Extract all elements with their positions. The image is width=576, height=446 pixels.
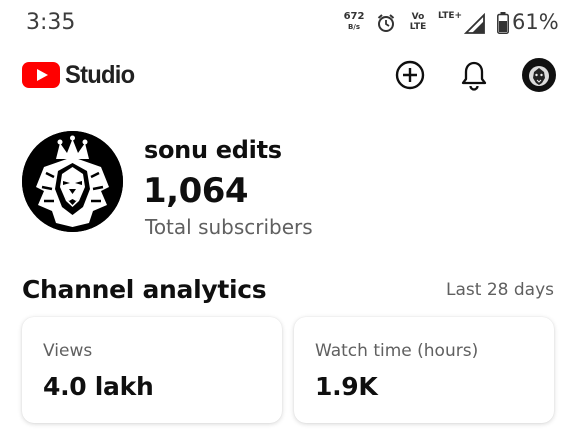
network-speed-unit: B/s: [347, 23, 361, 31]
channel-avatar[interactable]: [22, 131, 123, 232]
views-card[interactable]: Views 4.0 lakh: [22, 317, 282, 423]
analytics-period: Last 28 days: [446, 280, 554, 300]
signal-icon: [464, 13, 485, 34]
studio-logo[interactable]: Studio: [22, 60, 138, 90]
signal-network-label: LTE+: [438, 11, 463, 21]
notifications-button[interactable]: [457, 58, 491, 92]
signal-indicator: LTE+: [438, 11, 488, 35]
lion-king-avatar-icon: [22, 131, 123, 232]
youtube-play-logo-icon: [22, 62, 60, 88]
watch-time-value: 1.9K: [315, 372, 378, 401]
app-bar: Studio: [0, 52, 576, 98]
views-value: 4.0 lakh: [43, 372, 154, 401]
channel-name: sonu edits: [144, 136, 282, 164]
subscriber-label: Total subscribers: [145, 215, 313, 239]
create-icon: [395, 60, 425, 90]
battery-icon: [497, 12, 509, 38]
watch-time-card[interactable]: Watch time (hours) 1.9K: [294, 317, 554, 423]
channel-analytics-title: Channel analytics: [22, 275, 267, 304]
battery-percentage: 61%: [512, 10, 559, 34]
volte-label-top: Vo: [411, 12, 425, 22]
alarm-icon: [376, 13, 396, 37]
network-speed-value: 672: [343, 11, 365, 22]
status-bar: 3:35 672 B/s Vo LTE LTE+ 61%: [0, 0, 576, 50]
studio-logo-text: Studio: [65, 60, 135, 89]
notifications-bell-icon: [461, 61, 487, 91]
channel-header: sonu edits 1,064 Total subscribers: [22, 131, 562, 241]
account-avatar-button[interactable]: [522, 58, 556, 92]
views-label: Views: [43, 341, 93, 361]
create-button[interactable]: [393, 58, 427, 92]
volte-label-bottom: LTE: [409, 22, 427, 32]
status-time: 3:35: [26, 10, 76, 35]
network-speed-indicator: 672 B/s: [342, 12, 366, 32]
watch-time-label: Watch time (hours): [315, 341, 479, 361]
volte-indicator: Vo LTE: [408, 12, 428, 32]
lion-avatar-icon: [529, 66, 549, 86]
subscriber-count: 1,064: [143, 171, 249, 211]
